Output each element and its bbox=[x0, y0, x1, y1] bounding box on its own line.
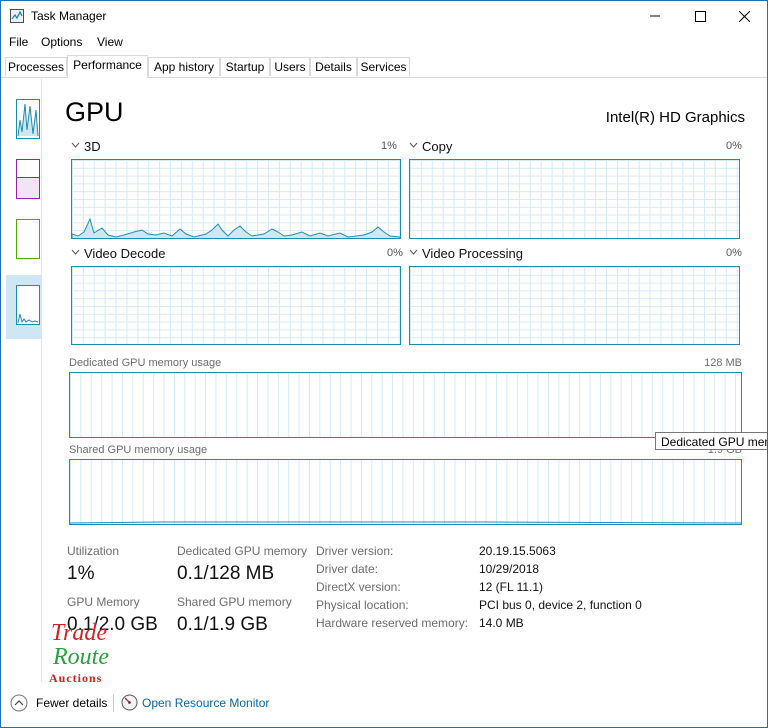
chevron-down-icon[interactable] bbox=[409, 249, 418, 255]
graph-3d-line bbox=[72, 217, 400, 238]
shared-stat-label: Shared GPU memory bbox=[177, 595, 292, 609]
logo-line-auctions: Auctions bbox=[49, 671, 103, 685]
info-label: Driver version: bbox=[316, 544, 394, 558]
tab-processes[interactable]: Processes bbox=[5, 57, 67, 76]
dedicated-stat-value: 0.1/128 MB bbox=[177, 563, 275, 584]
close-button[interactable] bbox=[721, 1, 767, 31]
engine-percent-3d: 1% bbox=[381, 140, 397, 152]
close-icon bbox=[738, 10, 750, 22]
chevron-down-icon[interactable] bbox=[71, 142, 80, 148]
engine-label-video-decode[interactable]: Video Decode bbox=[84, 246, 165, 261]
dedicated-stat-label: Dedicated GPU memory bbox=[177, 544, 308, 558]
maximize-button[interactable] bbox=[677, 1, 723, 31]
shared-memory-line bbox=[70, 521, 741, 524]
dedicated-memory-label: Dedicated GPU memory usage bbox=[69, 357, 222, 369]
dedicated-memory-graph bbox=[69, 372, 742, 438]
info-value: 14.0 MB bbox=[479, 616, 524, 630]
task-manager-window: Task Manager File Options View Processes… bbox=[0, 0, 768, 728]
info-label: Physical location: bbox=[316, 598, 409, 612]
dedicated-memory-max: 128 MB bbox=[704, 357, 742, 369]
engine-label-3d[interactable]: 3D bbox=[84, 139, 101, 154]
gpu-sparkline bbox=[17, 313, 39, 324]
tab-performance[interactable]: Performance bbox=[67, 55, 148, 78]
logo-line-route: Route bbox=[53, 644, 109, 670]
menu-view[interactable]: View bbox=[97, 35, 123, 49]
disk-thumbnail[interactable] bbox=[16, 219, 40, 259]
cpu-sparkline bbox=[17, 103, 39, 137]
info-value: PCI bus 0, device 2, function 0 bbox=[479, 598, 642, 612]
tab-services[interactable]: Services bbox=[357, 57, 410, 76]
tab-bar: Processes Performance App history Startu… bbox=[1, 55, 767, 78]
graph-video-processing bbox=[409, 266, 740, 345]
window-title: Task Manager bbox=[31, 9, 107, 23]
info-label: Driver date: bbox=[316, 562, 379, 576]
utilization-label: Utilization bbox=[67, 544, 120, 558]
page-title: GPU bbox=[65, 97, 124, 127]
engine-percent-copy: 0% bbox=[726, 140, 742, 152]
logo-line-trade: Trade bbox=[51, 620, 108, 646]
trade-route-logo: Trade Route Auctions bbox=[49, 621, 129, 687]
engine-label-copy[interactable]: Copy bbox=[422, 139, 452, 154]
gpu-thumbnail bbox=[16, 285, 40, 325]
footer: Fewer details Open Resource Monitor bbox=[1, 691, 767, 727]
info-value: 20.19.15.5063 bbox=[479, 544, 556, 558]
tooltip: Dedicated GPU memory bbox=[655, 432, 767, 450]
utilization-value: 1% bbox=[67, 563, 95, 584]
menu-file[interactable]: File bbox=[9, 35, 28, 49]
memory-fill bbox=[17, 177, 39, 198]
fewer-details-link[interactable]: Fewer details bbox=[36, 696, 107, 710]
engine-label-video-processing[interactable]: Video Processing bbox=[422, 246, 523, 261]
graph-copy bbox=[409, 159, 740, 239]
engine-percent-video-decode: 0% bbox=[387, 247, 403, 259]
task-manager-icon bbox=[10, 9, 24, 23]
shared-stat-value: 0.1/1.9 GB bbox=[177, 614, 268, 635]
info-value: 12 (FL 11.1) bbox=[479, 580, 544, 594]
cpu-thumbnail[interactable] bbox=[16, 99, 40, 139]
resource-list bbox=[1, 77, 42, 682]
tab-details[interactable]: Details bbox=[310, 57, 357, 76]
menu-options[interactable]: Options bbox=[41, 35, 82, 49]
tab-users[interactable]: Users bbox=[270, 57, 310, 76]
tab-startup[interactable]: Startup bbox=[220, 57, 270, 76]
shared-memory-graph bbox=[69, 459, 742, 525]
open-resource-monitor-link[interactable]: Open Resource Monitor bbox=[142, 696, 269, 710]
tab-app-history[interactable]: App history bbox=[148, 57, 220, 76]
footer-divider bbox=[113, 694, 114, 712]
info-label: DirectX version: bbox=[316, 580, 401, 594]
resource-monitor-icon bbox=[121, 694, 138, 711]
minimize-icon bbox=[650, 15, 660, 17]
graph-video-decode bbox=[71, 266, 401, 345]
memory-thumbnail[interactable] bbox=[16, 159, 40, 199]
chevron-up-circle-icon[interactable] bbox=[10, 694, 28, 712]
engine-percent-video-processing: 0% bbox=[726, 247, 742, 259]
info-value: 10/29/2018 bbox=[479, 562, 540, 576]
gpu-selected-highlight[interactable] bbox=[6, 275, 41, 339]
chevron-down-icon[interactable] bbox=[71, 249, 80, 255]
info-label: Hardware reserved memory: bbox=[316, 616, 469, 630]
title-bar: Task Manager bbox=[1, 1, 767, 31]
chevron-down-icon[interactable] bbox=[409, 142, 418, 148]
shared-memory-label: Shared GPU memory usage bbox=[69, 444, 208, 456]
gpu-memory-label: GPU Memory bbox=[67, 595, 140, 609]
gpu-adapter-name: Intel(R) HD Graphics bbox=[605, 109, 745, 126]
menu-bar: File Options View bbox=[1, 31, 767, 52]
graph-3d bbox=[71, 159, 401, 239]
maximize-icon bbox=[694, 10, 706, 22]
minimize-button[interactable] bbox=[632, 1, 678, 31]
